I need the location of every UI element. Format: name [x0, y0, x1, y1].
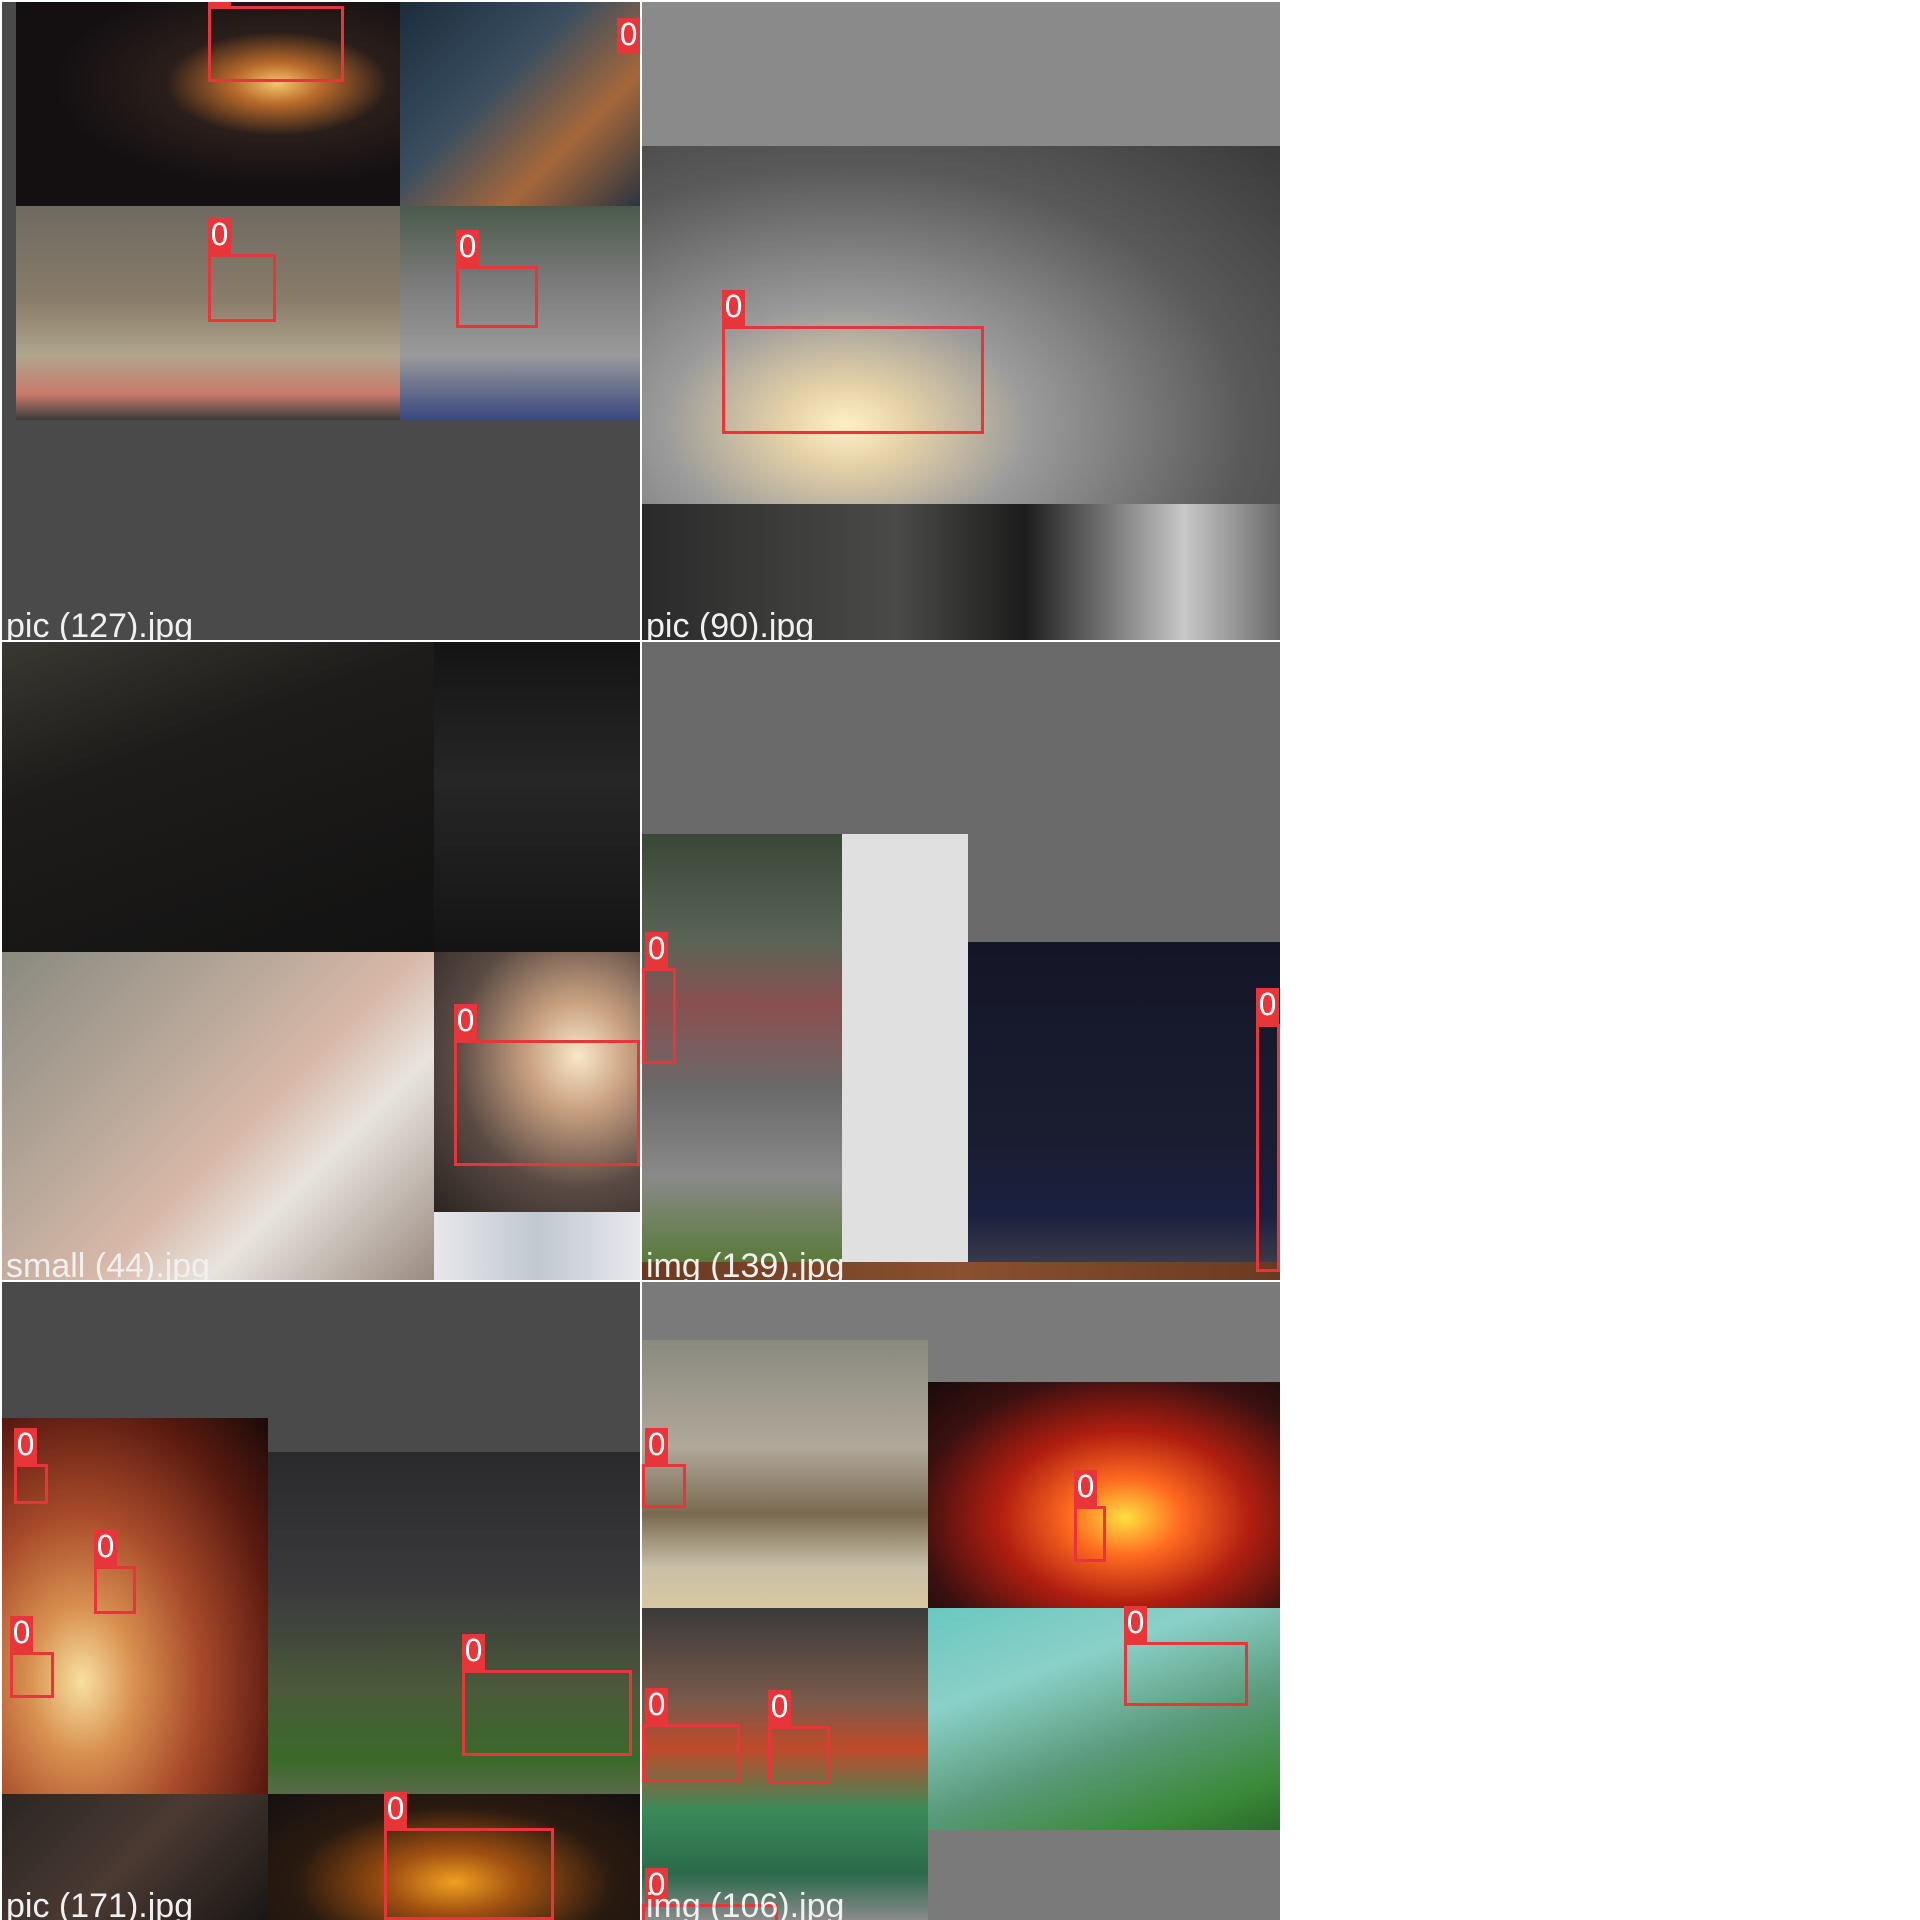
detection-label: 0	[617, 18, 640, 54]
image-filename: small (44).jpg	[6, 1247, 211, 1280]
detection-box: 0	[14, 1428, 48, 1504]
mosaic-cell-pic-90: 0 pic (90).jpg	[642, 2, 1280, 640]
image-filename: img (139).jpg	[646, 1247, 845, 1280]
detection-label: 0	[1074, 1470, 1098, 1506]
detection-label: 0	[14, 1428, 38, 1464]
detection-label: 0	[645, 932, 669, 968]
image-filename: pic (171).jpg	[6, 1887, 194, 1920]
detection-box: 0	[456, 230, 538, 328]
image-filename: img (106).jpg	[646, 1887, 845, 1920]
detection-box: 0	[94, 1530, 136, 1614]
mosaic-cell-img-106: 0 0 0 0 0 0 img (106).jpg	[642, 1282, 1280, 1920]
photo-tile-dark-table	[2, 642, 434, 952]
photo-tile-driver-hands	[400, 2, 640, 206]
photo-tile-dark-fade	[434, 642, 640, 952]
detection-label: 0	[1124, 1606, 1148, 1642]
detection-label: 0	[208, 218, 232, 254]
detection-box: 0	[462, 1634, 632, 1756]
photo-tile-cigarette-closeup	[2, 952, 434, 1280]
mosaic-cell-img-139: 0 0 img (139).jpg	[642, 642, 1280, 1280]
photo-tile-blank-panel	[842, 834, 968, 1262]
detection-box: 0	[10, 1616, 54, 1698]
detection-label: 0	[722, 290, 746, 326]
detection-label: 0	[645, 1428, 669, 1464]
detection-box: 0	[642, 1688, 740, 1782]
image-filename: pic (127).jpg	[6, 607, 194, 640]
detection-label: 0	[10, 1616, 34, 1652]
detection-box: 0	[1124, 1606, 1248, 1706]
detection-box: 0	[208, 2, 344, 82]
photo-tile-building-strip	[434, 1212, 640, 1280]
detection-box: 0	[1074, 1470, 1106, 1562]
detection-box: 0	[617, 18, 640, 56]
detection-label: 0	[1256, 988, 1280, 1024]
image-filename: pic (90).jpg	[646, 607, 815, 640]
photo-tile-overpass-fire	[928, 1382, 1280, 1608]
detection-label: 0	[456, 230, 480, 266]
detection-label: 0	[94, 1530, 118, 1566]
detection-box: 0	[384, 1792, 554, 1920]
detection-label: 0	[384, 1792, 408, 1828]
detection-box: 0	[1256, 988, 1280, 1272]
photo-tile-night-scene	[968, 942, 1280, 1262]
detection-box: 0	[642, 932, 676, 1064]
detection-label: 0	[454, 1004, 478, 1040]
detection-box: 0	[768, 1690, 830, 1784]
detection-box: 0	[454, 1004, 640, 1166]
detection-label: 0	[462, 1634, 486, 1670]
mosaic-cell-small-44: 0 small (44).jpg	[2, 642, 640, 1280]
mosaic-cell-pic-127: 0 0 0 0 pic (127).jpg	[2, 2, 640, 640]
detection-label: 0	[768, 1690, 792, 1726]
detection-box: 0	[722, 290, 984, 434]
detection-box: 0	[208, 218, 276, 322]
detection-box: 0	[642, 1428, 686, 1508]
detection-label: 0	[645, 1688, 669, 1724]
detection-mosaic: 0 0 0 0 pic (127).jpg 0 pic (90).jpg 0 s…	[0, 0, 1284, 1920]
mosaic-cell-pic-171: 0 0 0 0 0 pic (171).jpg	[2, 1282, 640, 1920]
detection-label: 0	[208, 2, 232, 6]
